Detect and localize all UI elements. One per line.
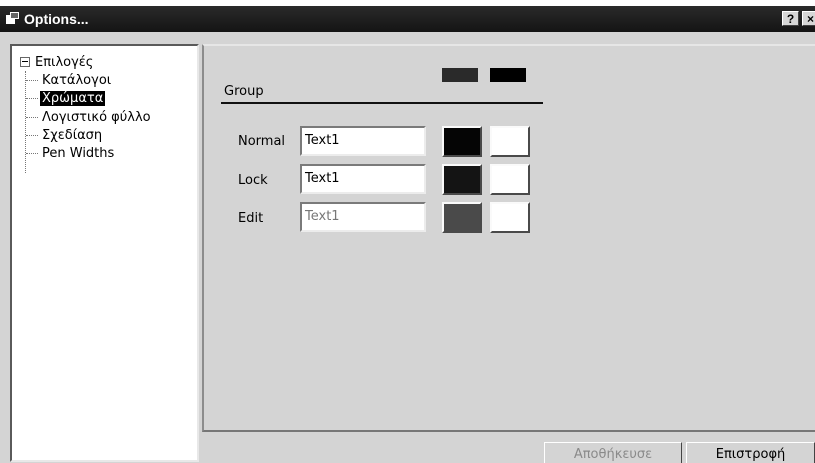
group-fg-swatch[interactable] <box>442 68 478 82</box>
back-button[interactable]: Επιστροφή <box>686 442 815 463</box>
group-label: Group <box>224 84 264 99</box>
close-button[interactable]: × <box>802 11 815 26</box>
collapse-icon[interactable] <box>20 57 30 67</box>
edit-label: Edit <box>238 211 264 226</box>
tree-item-catalogs[interactable]: Κατάλογοι <box>26 72 113 89</box>
save-button[interactable]: Αποθήκευσε <box>544 442 682 463</box>
tree-item-spreadsheet[interactable]: Λογιστικό φύλλο <box>26 109 153 126</box>
tree-item-label[interactable]: Λογιστικό φύλλο <box>40 110 153 125</box>
dialog-body: Επιλογές Κατάλογοι Χρώματα Λογιστικό φύλ… <box>0 32 815 463</box>
help-button[interactable]: ? <box>782 11 799 26</box>
tree-item-pen-widths[interactable]: Pen Widths <box>26 145 116 162</box>
group-divider <box>221 102 543 104</box>
group-bg-swatch[interactable] <box>490 68 526 82</box>
lock-text-field[interactable]: Text1 <box>300 164 426 194</box>
window-title: Options... <box>24 11 89 27</box>
edit-bg-color-button[interactable] <box>490 202 530 233</box>
options-tree[interactable]: Επιλογές Κατάλογοι Χρώματα Λογιστικό φύλ… <box>10 44 199 462</box>
lock-label: Lock <box>238 173 268 188</box>
tree-item-label[interactable]: Σχεδίαση <box>40 128 104 143</box>
normal-text-field[interactable]: Text1 <box>300 126 426 156</box>
lock-bg-color-button[interactable] <box>490 164 530 195</box>
normal-label: Normal <box>238 134 286 149</box>
edit-text-field[interactable]: Text1 <box>300 202 426 232</box>
tree-item-design[interactable]: Σχεδίαση <box>26 127 104 144</box>
tree-root[interactable]: Επιλογές <box>20 54 93 70</box>
tree-item-label[interactable]: Χρώματα <box>40 91 106 106</box>
tree-item-label[interactable]: Κατάλογοι <box>40 73 113 88</box>
colors-panel: Group Normal Text1 Lock Text1 Edit Text1 <box>202 44 815 432</box>
normal-fg-color-button[interactable] <box>442 126 482 157</box>
app-icon <box>6 12 20 26</box>
titlebar: Options... ? × <box>0 6 815 32</box>
lock-fg-color-button[interactable] <box>442 164 482 195</box>
edit-fg-color-button[interactable] <box>442 202 482 233</box>
tree-root-label[interactable]: Επιλογές <box>35 55 93 70</box>
tree-item-colors[interactable]: Χρώματα <box>26 90 106 107</box>
tree-item-label[interactable]: Pen Widths <box>40 146 116 161</box>
normal-bg-color-button[interactable] <box>490 126 530 157</box>
